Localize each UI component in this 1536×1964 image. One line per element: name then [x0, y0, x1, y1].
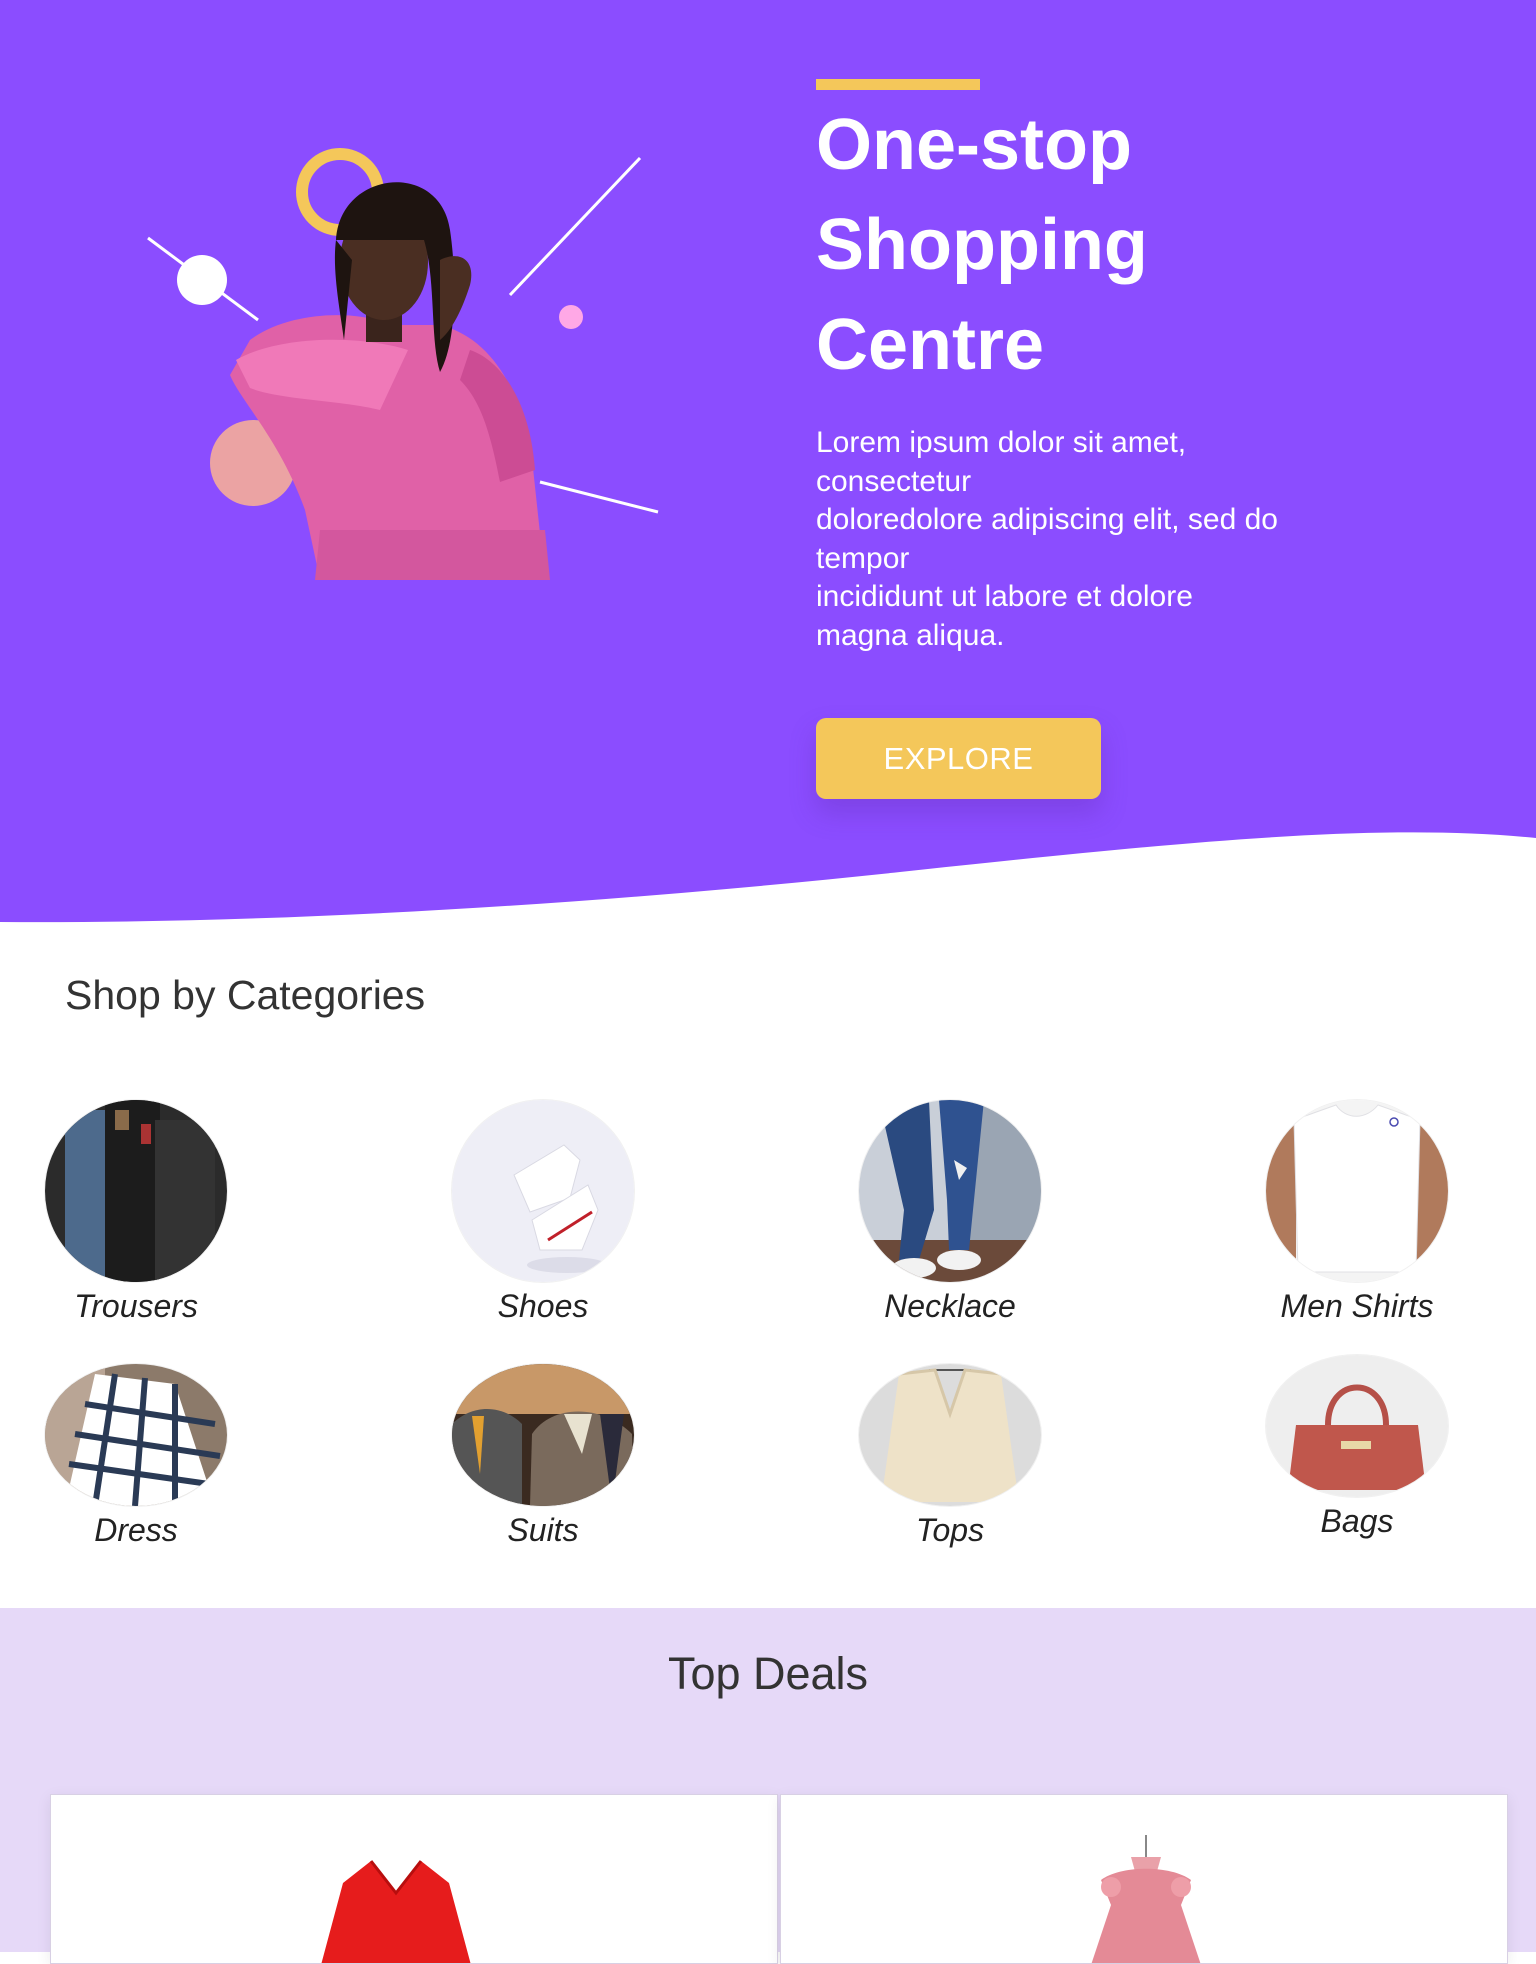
- suits-image[interactable]: [452, 1364, 634, 1506]
- category-men-shirts[interactable]: Men Shirts: [1207, 1100, 1507, 1325]
- category-trousers[interactable]: Trousers: [0, 1100, 286, 1325]
- hero-title-line: Centre: [816, 305, 1045, 385]
- top-deals-title: Top Deals: [667, 1648, 869, 1699]
- category-tops[interactable]: Tops: [800, 1364, 1100, 1549]
- red-dress-image: [321, 1860, 471, 1963]
- hero-section: One-stop Shopping Centre Lorem ipsum dol…: [0, 0, 1536, 930]
- hero-description-line: tempor: [816, 541, 910, 575]
- category-necklace[interactable]: Necklace: [800, 1100, 1100, 1325]
- deal-card[interactable]: [780, 1794, 1508, 1964]
- category-label: Dress: [94, 1512, 178, 1548]
- shoes-image[interactable]: [452, 1100, 634, 1282]
- hero-description-line: Lorem ipsum dolor sit amet,: [816, 426, 1187, 459]
- bags-image[interactable]: [1266, 1355, 1448, 1497]
- hero-description-line: doloredolore adipiscing elit, sed do: [816, 503, 1278, 536]
- category-label: Men Shirts: [1280, 1288, 1434, 1324]
- category-shoes[interactable]: Shoes: [393, 1100, 693, 1325]
- category-bags[interactable]: Bags: [1207, 1355, 1507, 1540]
- category-label: Necklace: [884, 1288, 1016, 1324]
- hero-title-line: One-stop: [816, 105, 1132, 185]
- top-deals-section: Top Deals: [0, 1608, 1536, 1964]
- hero-title: One-stop Shopping Centre: [816, 95, 1416, 395]
- category-dress[interactable]: Dress: [0, 1364, 286, 1549]
- category-label: Shoes: [497, 1288, 589, 1324]
- deal-card[interactable]: [50, 1794, 778, 1964]
- necklace-image[interactable]: [859, 1100, 1041, 1282]
- category-label: Suits: [507, 1512, 579, 1548]
- category-label: Trousers: [74, 1288, 198, 1324]
- hero-description-line: incididunt ut labore et dolore: [816, 580, 1193, 613]
- category-suits[interactable]: Suits: [393, 1364, 693, 1549]
- accent-bar: [816, 79, 980, 90]
- dress-image[interactable]: [45, 1364, 227, 1506]
- pink-dress-image: [1091, 1835, 1201, 1963]
- men-shirts-image[interactable]: [1266, 1100, 1448, 1282]
- tops-image[interactable]: [859, 1364, 1041, 1506]
- trousers-image[interactable]: [45, 1100, 227, 1282]
- hero-title-line: Shopping: [816, 205, 1148, 285]
- category-label: Bags: [1320, 1503, 1394, 1539]
- category-label: Tops: [915, 1512, 985, 1548]
- hero-description: Lorem ipsum dolor sit amet, consectetur …: [816, 424, 1376, 655]
- categories-title: Shop by Categories: [65, 972, 426, 1018]
- explore-button[interactable]: EXPLORE: [816, 718, 1101, 799]
- hero-description-line: magna aliqua.: [816, 618, 1005, 652]
- hero-description-line: consectetur: [816, 464, 972, 498]
- hero-model-image: [147, 148, 659, 580]
